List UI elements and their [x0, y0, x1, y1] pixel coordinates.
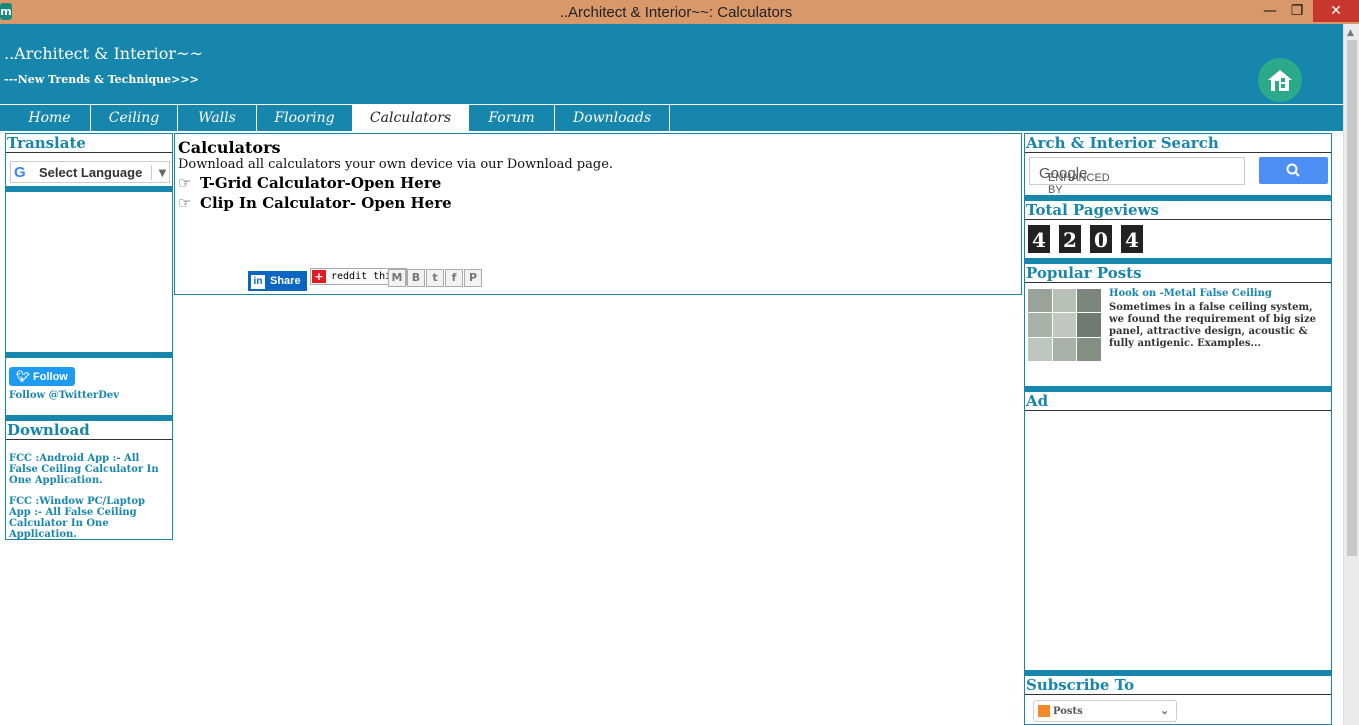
- pageviews-counter: 4204: [1028, 225, 1152, 253]
- translate-spacer: [6, 192, 172, 352]
- tab-calculators[interactable]: Calculators: [353, 105, 469, 132]
- link-label: T-Grid Calculator-Open Here: [200, 174, 442, 192]
- search-placeholder-prefix: ENHANCED BY: [1048, 172, 1110, 196]
- pageviews-digit: 2: [1059, 225, 1081, 253]
- chevron-down-icon: ▼: [151, 165, 169, 180]
- follow-label: Follow: [33, 371, 68, 383]
- vertical-scrollbar[interactable]: ▲: [1343, 24, 1359, 725]
- popular-post-title[interactable]: Hook on -Metal False Ceiling: [1109, 288, 1272, 299]
- tab-walls[interactable]: Walls: [178, 105, 257, 132]
- tab-forum[interactable]: Forum: [469, 105, 555, 132]
- twitter-follow-button[interactable]: 🐦︎ Follow: [9, 367, 75, 386]
- twitter-icon[interactable]: t: [426, 269, 444, 287]
- language-select[interactable]: G Select Language ▼: [10, 161, 170, 183]
- linkedin-share-button[interactable]: in Share: [248, 271, 307, 291]
- right-sidebar: Arch & Interior Search ENHANCED BY Googl…: [1024, 133, 1332, 725]
- popular-posts-title: Popular Posts: [1025, 264, 1331, 283]
- post-description: Download all calculators your own device…: [178, 157, 614, 172]
- close-button[interactable]: ✕: [1313, 0, 1359, 22]
- subscribe-posts-dropdown[interactable]: Posts ⌄: [1033, 700, 1177, 722]
- pointing-hand-icon: ☞: [178, 174, 192, 192]
- window-title: ..Architect & Interior~~: Calculators: [559, 4, 793, 21]
- google-icon: G: [14, 164, 26, 181]
- tab-downloads[interactable]: Downloads: [555, 105, 670, 132]
- download-android-link[interactable]: FCC :Android App :- All False Ceiling Ca…: [9, 453, 170, 486]
- translate-title: Translate: [6, 134, 172, 153]
- search-placeholder: ENHANCED BY Google: [1039, 165, 1110, 196]
- twitter-bird-icon: 🐦︎: [16, 371, 30, 383]
- blogger-icon[interactable]: B: [407, 269, 425, 287]
- pointing-hand-icon: ☞: [178, 194, 192, 212]
- tgrid-calculator-link[interactable]: ☞ T-Grid Calculator-Open Here: [178, 174, 441, 192]
- follow-twitter-link[interactable]: Follow @TwitterDev: [9, 390, 172, 401]
- main-nav: Home Ceiling Walls Flooring Calculators …: [0, 104, 1343, 132]
- tab-home[interactable]: Home: [9, 105, 91, 132]
- divider: [6, 352, 172, 358]
- tab-ceiling[interactable]: Ceiling: [91, 105, 178, 132]
- search-title: Arch & Interior Search: [1025, 134, 1331, 153]
- chevron-down-icon: ⌄: [1160, 704, 1170, 717]
- pageviews-title: Total Pageviews: [1025, 201, 1331, 220]
- minimize-button[interactable]: —: [1255, 0, 1285, 22]
- pinterest-icon[interactable]: P: [464, 269, 482, 287]
- share-icons: MBtfP: [388, 266, 483, 287]
- post-title: Calculators: [178, 138, 281, 157]
- left-sidebar: Translate G Select Language ▼ 🐦︎ Follow …: [5, 133, 173, 540]
- maximize-button[interactable]: ❐: [1282, 0, 1312, 22]
- ad-slot: [1025, 411, 1331, 670]
- scroll-up-icon[interactable]: ▲: [1347, 28, 1354, 38]
- pageviews-digit: 4: [1121, 225, 1143, 253]
- search-input[interactable]: ENHANCED BY Google: [1029, 157, 1245, 196]
- share-label: Share: [270, 275, 301, 287]
- subscribe-option-label: Posts: [1053, 706, 1083, 717]
- site-title[interactable]: ..Architect & Interior~~: [4, 44, 203, 63]
- window-titlebar: m ..Architect & Interior~~: Calculators …: [0, 0, 1359, 24]
- subscribe-title: Subscribe To: [1025, 676, 1331, 695]
- popular-post-snippet: Sometimes in a false ceiling system, we …: [1109, 302, 1316, 349]
- site-header: ..Architect & Interior~~ ---New Trends &…: [0, 24, 1343, 104]
- rss-icon: [1038, 705, 1050, 717]
- plus-icon: +: [312, 270, 326, 283]
- popular-post-thumbnail[interactable]: [1028, 289, 1101, 361]
- pageviews-digit: 4: [1028, 225, 1050, 253]
- language-select-label: Select Language: [39, 165, 143, 180]
- clipin-calculator-link[interactable]: ☞ Clip In Calculator- Open Here: [178, 194, 452, 212]
- home-logo-icon[interactable]: [1258, 58, 1302, 102]
- facebook-icon[interactable]: f: [445, 269, 463, 287]
- pageviews-digit: 0: [1090, 225, 1112, 253]
- search-button[interactable]: [1259, 157, 1328, 184]
- tab-flooring[interactable]: Flooring: [257, 105, 353, 132]
- linkedin-icon: in: [251, 275, 265, 289]
- download-title: Download: [6, 421, 172, 440]
- email-icon[interactable]: M: [388, 269, 406, 287]
- link-label: Clip In Calculator- Open Here: [200, 194, 452, 212]
- main-content: Calculators Download all calculators you…: [174, 133, 1022, 295]
- download-windows-link[interactable]: FCC :Window PC/Laptop App :- All False C…: [9, 496, 170, 540]
- search-icon: [1286, 163, 1300, 177]
- scroll-thumb[interactable]: [1347, 40, 1357, 556]
- ad-title: Ad: [1025, 392, 1331, 411]
- site-tagline: ---New Trends & Technique>>>: [4, 73, 199, 86]
